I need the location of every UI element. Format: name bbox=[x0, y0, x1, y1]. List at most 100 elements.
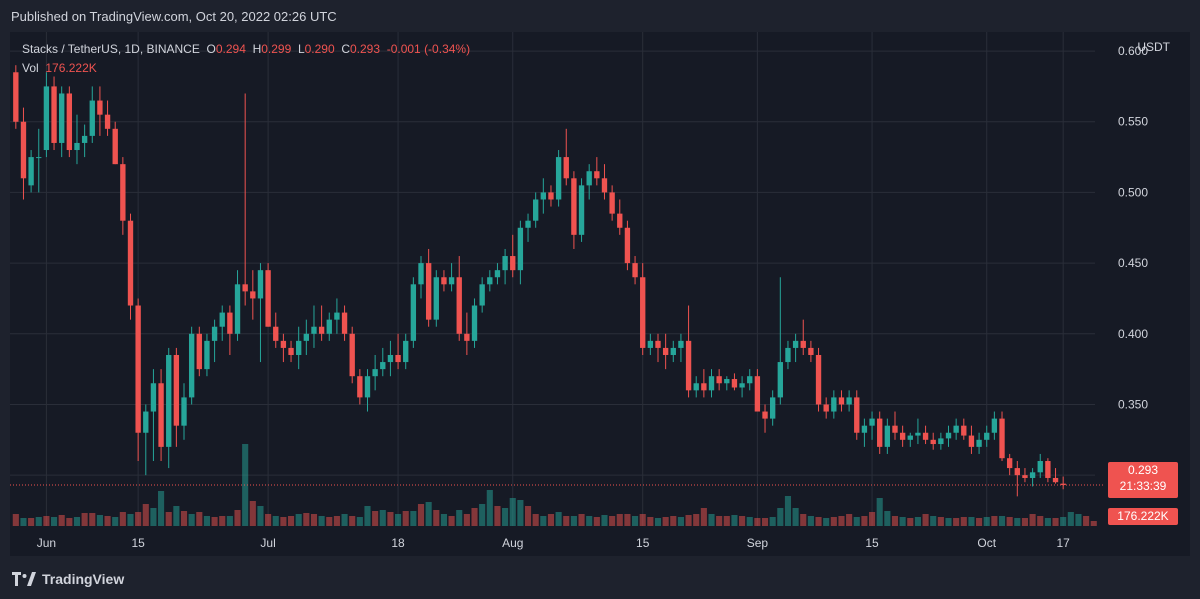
volume-bar bbox=[876, 498, 883, 526]
volume-bar bbox=[976, 518, 983, 526]
change-value: -0.001 (-0.34%) bbox=[386, 42, 471, 56]
candle-body bbox=[250, 291, 256, 299]
volume-value: 176.222K bbox=[45, 61, 97, 75]
volume-bar bbox=[616, 514, 623, 526]
candle-body bbox=[288, 347, 294, 355]
volume-bar bbox=[647, 517, 654, 526]
bar-countdown: 21:33:39 bbox=[1119, 479, 1167, 493]
tradingview-logo[interactable]: TradingView bbox=[12, 571, 124, 587]
volume-bar bbox=[341, 514, 348, 526]
candlestick-chart[interactable]: 0.6000.5500.5000.4500.4000.3500.300 Jun1… bbox=[10, 32, 1190, 556]
candle-body bbox=[318, 326, 325, 334]
volume-bar bbox=[35, 517, 42, 526]
candle-body bbox=[624, 227, 631, 264]
x-axis-ticks: Jun 15 Jul 18 Aug 15 Sep 15 Oct 17 bbox=[37, 536, 1070, 550]
candle-body bbox=[540, 192, 546, 200]
candle-body bbox=[479, 284, 485, 306]
candle-body bbox=[991, 418, 998, 433]
y-tick-label: 0.400 bbox=[1118, 327, 1148, 341]
volume-bar bbox=[226, 516, 233, 526]
candle-body bbox=[869, 418, 875, 426]
candle-body bbox=[418, 263, 424, 285]
candle-body bbox=[89, 100, 95, 136]
y-tick-label: 0.550 bbox=[1118, 115, 1148, 129]
candle-body bbox=[1022, 475, 1028, 478]
volume-bar bbox=[96, 515, 103, 526]
candle-body bbox=[395, 354, 401, 363]
volume-bar bbox=[922, 514, 929, 526]
volume-bar bbox=[425, 502, 432, 526]
volume-bar bbox=[983, 517, 990, 526]
volume-bar bbox=[165, 512, 172, 526]
volume-bar bbox=[838, 516, 845, 526]
candle-body bbox=[548, 192, 554, 200]
volume-bar bbox=[310, 514, 318, 526]
candle-body bbox=[1029, 472, 1036, 478]
volume-bar bbox=[142, 504, 149, 526]
candle-body bbox=[685, 340, 692, 391]
candle-body bbox=[555, 157, 562, 200]
candle-body bbox=[563, 157, 569, 179]
candle-body bbox=[953, 425, 959, 433]
candle-body bbox=[433, 277, 439, 320]
volume-bar bbox=[1067, 512, 1074, 526]
candle-body bbox=[188, 333, 195, 398]
symbol-title: Stacks / TetherUS, 1D, BINANCE bbox=[22, 42, 200, 56]
low-label: L bbox=[297, 42, 305, 56]
candle-body bbox=[196, 333, 202, 370]
candle-body bbox=[808, 347, 814, 355]
volume-bar bbox=[180, 511, 188, 526]
volume-bar bbox=[433, 510, 440, 526]
candle-body bbox=[838, 397, 845, 405]
volume-bar bbox=[991, 516, 998, 526]
candle-body bbox=[777, 362, 783, 398]
candle-body bbox=[961, 425, 967, 436]
volume-bar bbox=[968, 517, 975, 526]
volume-bar bbox=[517, 500, 524, 526]
candle-body bbox=[59, 93, 65, 143]
candle-body bbox=[578, 185, 585, 235]
candle-body bbox=[150, 383, 157, 412]
volume-bar bbox=[578, 514, 585, 526]
low-value: 0.290 bbox=[304, 42, 335, 56]
candle-body bbox=[242, 284, 248, 292]
candle-body bbox=[311, 326, 317, 334]
volume-bar bbox=[547, 514, 555, 526]
volume-bar bbox=[677, 517, 684, 526]
x-tick-label: 15 bbox=[636, 536, 650, 550]
volume-bar bbox=[158, 491, 165, 526]
volume-bar bbox=[846, 514, 853, 526]
volume-bar bbox=[287, 516, 295, 526]
candle-body bbox=[747, 376, 753, 384]
volume-bar bbox=[211, 517, 218, 526]
volume-bar bbox=[1029, 514, 1036, 526]
volume-bar bbox=[364, 506, 371, 526]
volume-badge: 176.222K bbox=[1108, 508, 1178, 525]
y-tick-label: 0.500 bbox=[1118, 185, 1148, 199]
price-chart[interactable]: 0.6000.5500.5000.4500.4000.3500.300 Jun1… bbox=[10, 32, 1190, 556]
volume-bar bbox=[815, 517, 822, 526]
volume-bar bbox=[150, 508, 157, 526]
close-value: 0.293 bbox=[350, 42, 381, 56]
candle-body bbox=[678, 340, 684, 348]
volume-bar bbox=[1083, 516, 1090, 526]
volume-bar bbox=[731, 515, 738, 526]
volume-bar bbox=[930, 516, 937, 526]
currency-unit: USDT bbox=[1137, 40, 1170, 54]
volume-bar bbox=[203, 516, 211, 526]
candle-body bbox=[265, 270, 271, 327]
candle-body bbox=[533, 199, 539, 221]
volume-bar bbox=[899, 517, 906, 526]
volume-bar bbox=[379, 510, 386, 526]
volume-bar bbox=[1060, 517, 1067, 526]
volume-bar bbox=[349, 516, 356, 526]
volume-bar bbox=[486, 490, 493, 526]
candle-body bbox=[831, 397, 837, 412]
volume-bar bbox=[891, 516, 899, 526]
candle-body bbox=[464, 333, 470, 341]
candle-body bbox=[135, 305, 141, 433]
open-value: 0.294 bbox=[215, 42, 246, 56]
volume-bar bbox=[532, 514, 539, 526]
candle-body bbox=[487, 277, 493, 285]
candle-body bbox=[143, 411, 149, 433]
